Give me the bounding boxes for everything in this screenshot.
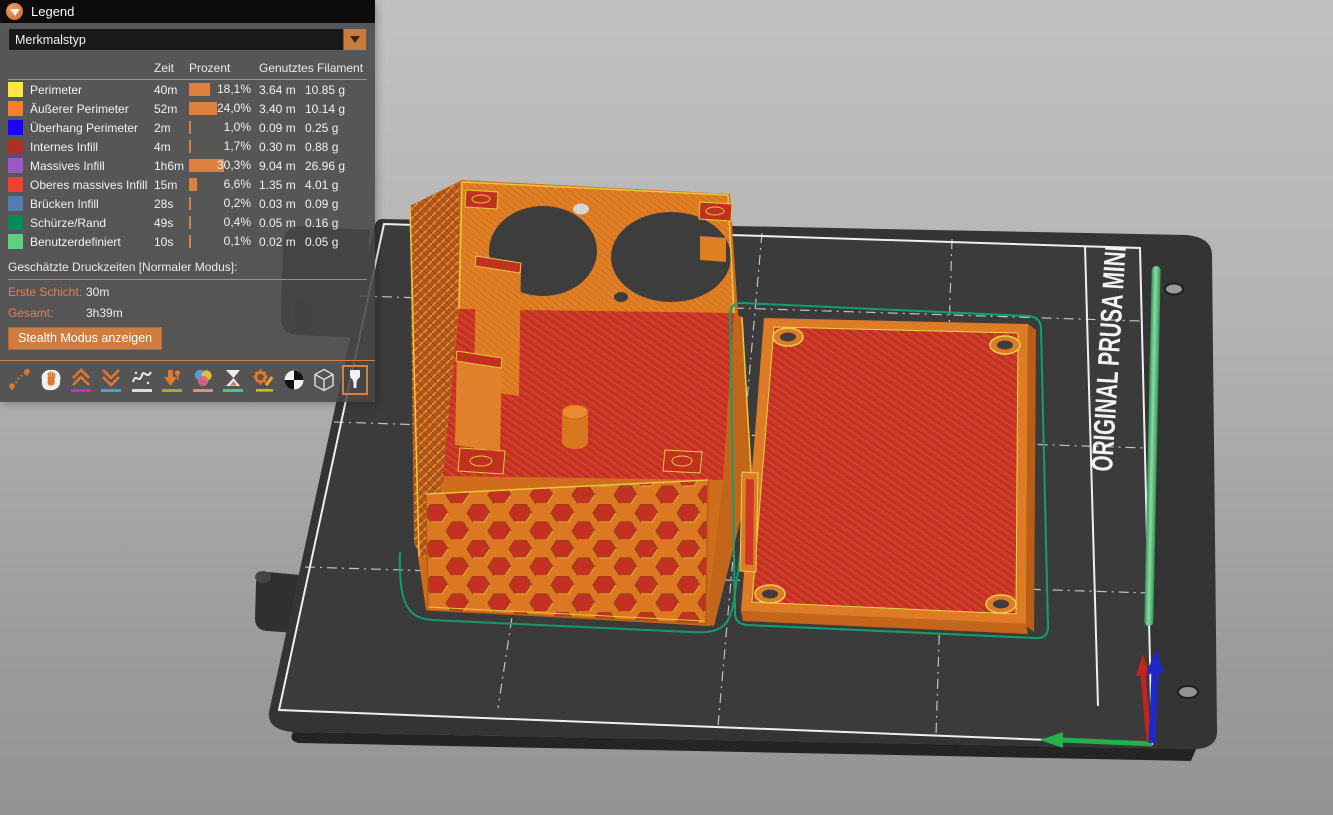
chevron-down-icon (350, 36, 360, 43)
first-layer-value: 30m (86, 285, 367, 299)
percent-bar (189, 140, 191, 153)
view-type-value: Merkmalstyp (9, 29, 343, 50)
estimated-times-heading: Geschätzte Druckzeiten [Normaler Modus]: (8, 260, 367, 280)
model-lid[interactable] (730, 303, 1048, 638)
col-time: Zeit (154, 61, 189, 75)
retractions-icon[interactable] (69, 366, 93, 394)
color-swatch (8, 101, 23, 116)
legend-panel: Legend Merkmalstyp Zeit Prozent Genutzte… (0, 0, 375, 402)
deretractions-icon[interactable] (99, 366, 123, 394)
color-changes-icon[interactable] (191, 366, 215, 394)
legend-title: Legend (31, 4, 74, 19)
pause-prints-icon[interactable] (221, 366, 245, 394)
first-layer-label: Erste Schicht: (8, 285, 86, 299)
legend-row-internal-infill[interactable]: Internes Infill 4m 1,7% 0.30 m 0.88 g (8, 137, 367, 156)
col-percent: Prozent (189, 61, 259, 75)
bed-hole (1165, 284, 1183, 295)
prusaslicer-preview-window: { "panel": { "title": "Legend", "dropdow… (0, 0, 1333, 815)
legend-row-solid-infill[interactable]: Massives Infill 1h6m 30,3% 9.04 m 26.96 … (8, 156, 367, 175)
color-swatch (8, 82, 23, 97)
shells-icon[interactable] (312, 366, 336, 394)
legend-row-top-solid-infill[interactable]: Oberes massives Infill 15m 6,6% 1.35 m 4… (8, 175, 367, 194)
view-type-dropdown[interactable]: Merkmalstyp (8, 28, 367, 51)
total-time-value: 3h39m (86, 306, 367, 320)
tool-marker-icon[interactable] (160, 366, 184, 394)
percent-bar (189, 102, 217, 115)
col-filament: Genutztes Filament (259, 61, 353, 75)
sequential-nozzle-icon[interactable] (343, 366, 367, 394)
color-swatch (8, 158, 23, 173)
model-electronics-box[interactable] (400, 180, 752, 632)
percent-bar (189, 216, 191, 229)
percent-bar (189, 197, 191, 210)
percent-bar (189, 121, 191, 134)
legend-row-skirt-brim[interactable]: Schürze/Rand 49s 0,4% 0.05 m 0.16 g (8, 213, 367, 232)
color-swatch (8, 139, 23, 154)
wipe-icon[interactable] (38, 366, 62, 394)
color-swatch (8, 215, 23, 230)
center-of-gravity-icon[interactable] (282, 366, 306, 394)
bed-hole (1178, 686, 1198, 698)
preview-options-toolbar (8, 361, 367, 402)
percent-bar (189, 178, 197, 191)
total-time-label: Gesamt: (8, 306, 86, 320)
legend-row-custom[interactable]: Benutzerdefiniert 10s 0,1% 0.02 m 0.05 g (8, 232, 367, 251)
travel-paths-icon[interactable] (8, 366, 32, 394)
stealth-mode-button[interactable]: Stealth Modus anzeigen (8, 327, 162, 350)
legend-table-header: Zeit Prozent Genutztes Filament (8, 59, 367, 80)
color-swatch (8, 120, 23, 135)
legend-row-overhang-perimeter[interactable]: Überhang Perimeter 2m 1,0% 0.09 m 0.25 g (8, 118, 367, 137)
axis-z-blue (1152, 672, 1155, 743)
legend-titlebar[interactable]: Legend (0, 0, 375, 23)
collapse-icon[interactable] (6, 3, 23, 20)
legend-row-perimeter[interactable]: Perimeter 40m 18,1% 3.64 m 10.85 g (8, 80, 367, 99)
color-swatch (8, 177, 23, 192)
custom-gcode-icon[interactable] (251, 366, 275, 394)
percent-bar (189, 83, 210, 96)
seams-icon[interactable] (130, 366, 154, 394)
color-swatch (8, 196, 23, 211)
legend-row-bridge-infill[interactable]: Brücken Infill 28s 0,2% 0.03 m 0.09 g (8, 194, 367, 213)
dropdown-button[interactable] (343, 29, 366, 50)
legend-row-external-perimeter[interactable]: Äußerer Perimeter 52m 24,0% 3.40 m 10.14… (8, 99, 367, 118)
color-swatch (8, 234, 23, 249)
percent-bar (189, 235, 191, 248)
